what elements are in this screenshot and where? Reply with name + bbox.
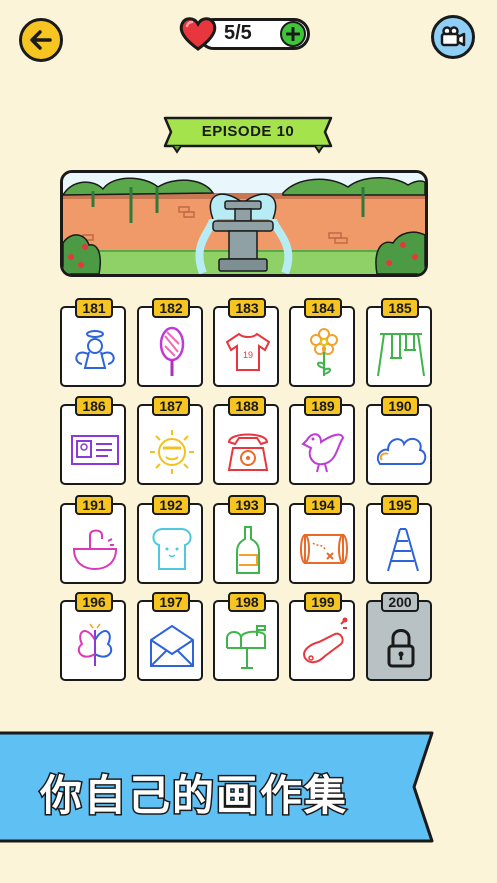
heart-icon xyxy=(179,17,217,51)
level-card-199[interactable]: 199 xyxy=(289,592,355,681)
level-card-195[interactable]: 195 xyxy=(366,495,432,584)
level-number: 191 xyxy=(75,495,113,515)
angel-icon xyxy=(75,330,115,369)
id-card-icon xyxy=(71,435,119,465)
level-number: 196 xyxy=(75,592,113,612)
level-card-194[interactable]: 194 xyxy=(289,495,355,584)
level-number: 189 xyxy=(304,396,342,416)
episode-title: EPISODE 10 xyxy=(201,123,295,140)
level-number: 194 xyxy=(304,495,342,515)
level-card-188[interactable]: 188 xyxy=(213,396,279,485)
toast-icon xyxy=(152,528,192,570)
level-number: 195 xyxy=(381,495,419,515)
level-number: 192 xyxy=(152,495,190,515)
footer-caption: 你自己的画作集 xyxy=(38,770,349,822)
level-card-193[interactable]: 193 xyxy=(213,495,279,584)
sausage-icon xyxy=(303,617,348,664)
level-card-187[interactable]: 187 xyxy=(137,396,203,485)
level-card-200-locked[interactable]: 200 xyxy=(366,592,432,681)
svg-text:19: 19 xyxy=(243,350,253,360)
level-card-183[interactable]: 183 19 xyxy=(213,298,279,387)
level-card-182[interactable]: 182 xyxy=(137,298,203,387)
envelope-icon xyxy=(150,624,194,667)
level-number: 187 xyxy=(152,396,190,416)
level-number: 185 xyxy=(381,298,419,318)
sun-icon xyxy=(150,430,194,474)
lock-icon xyxy=(387,629,415,668)
level-number: 190 xyxy=(381,396,419,416)
bottle-icon xyxy=(236,526,260,574)
swing-icon xyxy=(377,333,425,377)
level-card-185[interactable]: 185 xyxy=(366,298,432,387)
level-card-189[interactable]: 189 xyxy=(289,396,355,485)
level-number: 197 xyxy=(152,592,190,612)
video-camera-icon xyxy=(440,26,466,47)
level-number: 198 xyxy=(228,592,266,612)
level-card-190[interactable]: 190 xyxy=(366,396,432,485)
popsicle-icon xyxy=(159,326,185,376)
level-card-197[interactable]: 197 xyxy=(137,592,203,681)
bird-icon xyxy=(301,433,345,473)
mailbox-icon xyxy=(226,625,266,669)
lives-count: 5/5 xyxy=(224,22,252,44)
level-number: 184 xyxy=(304,298,342,318)
level-card-181[interactable]: 181 xyxy=(60,298,126,387)
level-card-191[interactable]: 191 xyxy=(60,495,126,584)
back-button[interactable] xyxy=(19,18,63,62)
level-card-192[interactable]: 192 xyxy=(137,495,203,584)
cloud-icon xyxy=(376,437,427,465)
video-button[interactable] xyxy=(431,15,475,59)
level-number: 186 xyxy=(75,396,113,416)
ladder-icon xyxy=(387,528,419,572)
level-number: 199 xyxy=(304,592,342,612)
level-card-184[interactable]: 184 xyxy=(289,298,355,387)
level-number: 181 xyxy=(75,298,113,318)
plus-icon xyxy=(286,27,300,41)
episode-ribbon: EPISODE 10 xyxy=(163,114,333,154)
level-number: 182 xyxy=(152,298,190,318)
level-number: 200 xyxy=(381,592,419,612)
telephone-icon xyxy=(227,433,269,471)
level-number: 188 xyxy=(228,396,266,416)
level-number: 193 xyxy=(228,495,266,515)
sink-icon xyxy=(72,529,118,571)
butterfly-icon xyxy=(77,623,113,666)
tshirt-icon: 19 xyxy=(225,332,271,371)
level-card-186[interactable]: 186 xyxy=(60,396,126,485)
level-card-198[interactable]: 198 xyxy=(213,592,279,681)
flower-icon xyxy=(310,328,338,376)
episode-scene-image xyxy=(60,170,428,277)
level-number: 183 xyxy=(228,298,266,318)
arrow-left-icon xyxy=(30,30,52,50)
add-lives-button[interactable] xyxy=(280,21,306,47)
level-card-196[interactable]: 196 xyxy=(60,592,126,681)
lives-counter: 5/5 xyxy=(178,16,312,52)
treasure-map-icon xyxy=(300,534,348,564)
